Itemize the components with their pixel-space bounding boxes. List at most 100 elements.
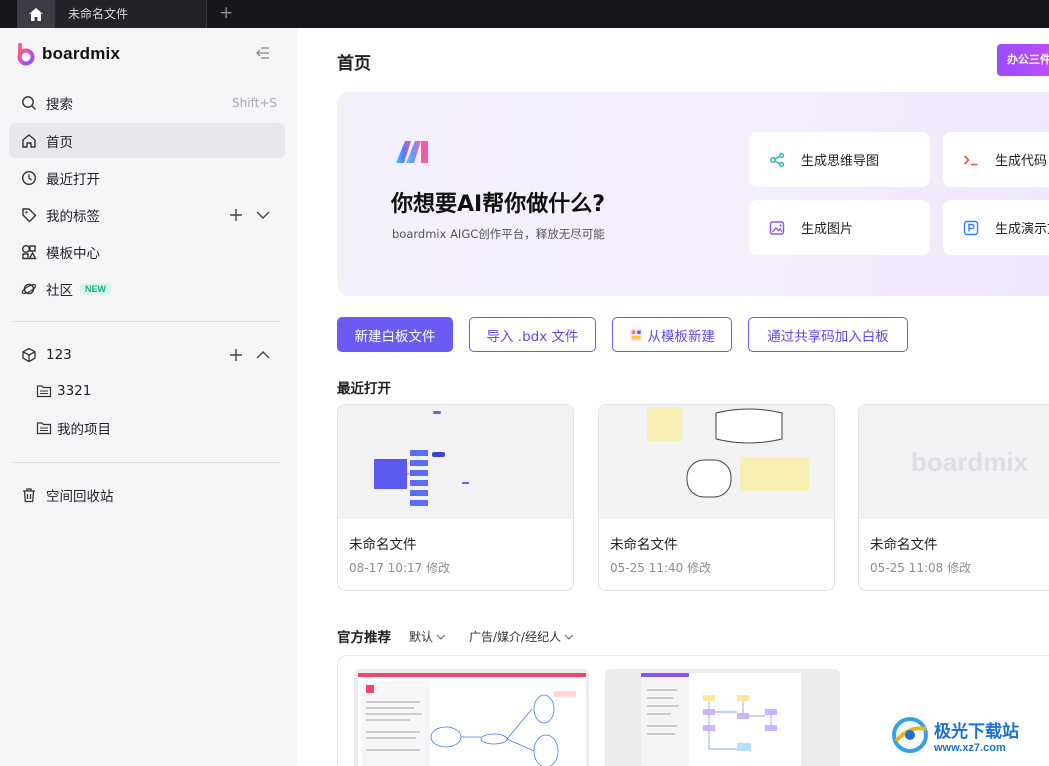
- planet-icon: [21, 283, 37, 294]
- folder-icon: [36, 385, 52, 398]
- file-name: 未命名文件: [870, 537, 938, 553]
- sidebar: boardmix 搜索 Shift+S 首页 最近打开 我的标签 模板中心 社区…: [0, 28, 297, 766]
- recent-file-card[interactable]: 未命名文件 08-17 10:17 修改: [337, 404, 574, 591]
- space-name: 123: [46, 346, 72, 363]
- plus-icon[interactable]: [229, 348, 243, 362]
- sort-filter-label: 默认: [409, 630, 434, 644]
- file-thumbnail: [338, 405, 573, 519]
- recent-section-title: 最近打开: [337, 381, 391, 397]
- home-tab[interactable]: [17, 0, 55, 28]
- import-bdx-button[interactable]: 导入 .bdx 文件: [469, 317, 596, 352]
- recommend-section-title: 官方推荐: [337, 630, 391, 646]
- home-icon: [29, 7, 43, 21]
- page-title: 首页: [337, 54, 371, 74]
- ai-card-mindmap[interactable]: 生成思维导图: [749, 132, 930, 187]
- collapse-icon: [256, 47, 269, 59]
- mindmap-icon: [770, 152, 785, 167]
- category-filter[interactable]: 广告/媒介/经纪人: [469, 628, 574, 645]
- collapse-sidebar-button[interactable]: [254, 44, 272, 62]
- file-time: 08-17 10:17 修改: [349, 561, 451, 575]
- sidebar-item-label: 社区: [46, 282, 73, 299]
- ai-card-code[interactable]: 生成代码: [943, 132, 1049, 187]
- recent-file-card[interactable]: 未命名文件 05-25 11:40 修改: [598, 404, 835, 591]
- folder-label: 3321: [57, 383, 92, 399]
- folder-item[interactable]: 我的项目: [35, 413, 111, 443]
- image-icon: [769, 220, 785, 235]
- main-content: 首页 办公三件 你想要AI帮你做什么? boardmix AIGC创作平台，释放…: [297, 28, 1049, 766]
- search-label: 搜索: [46, 96, 73, 113]
- sidebar-item-home[interactable]: 首页: [9, 123, 285, 158]
- sidebar-item-label: 模板中心: [46, 245, 100, 262]
- chevron-down-icon: [564, 634, 574, 640]
- action-buttons: 新建白板文件 导入 .bdx 文件 从模板新建 通过共享码加入白板: [337, 317, 908, 352]
- clock-icon: [21, 170, 37, 185]
- presentation-icon: [963, 220, 979, 235]
- search-icon: [22, 95, 36, 110]
- sidebar-item-label: 首页: [46, 134, 73, 151]
- watermark: 极光下载站 www.xz7.com: [890, 715, 1019, 755]
- sidebar-item-recent[interactable]: 最近打开: [9, 160, 285, 195]
- ai-card-label: 生成思维导图: [801, 154, 880, 169]
- brand-name: boardmix: [42, 44, 121, 63]
- ai-subtitle: boardmix AIGC创作平台，释放无尽可能: [392, 227, 605, 241]
- search-button[interactable]: 搜索 Shift+S: [9, 85, 285, 120]
- folder-icon: [36, 422, 52, 435]
- sidebar-divider: [12, 321, 280, 322]
- ai-card-label: 生成图片: [801, 222, 854, 237]
- file-name: 未命名文件: [610, 537, 678, 553]
- ai-banner: 你想要AI帮你做什么? boardmix AIGC创作平台，释放无尽可能 生成思…: [337, 92, 1049, 296]
- sort-filter[interactable]: 默认: [409, 628, 446, 645]
- template-thumbnail[interactable]: [605, 669, 840, 766]
- join-by-code-button[interactable]: 通过共享码加入白板: [748, 317, 908, 352]
- file-thumbnail: boardmix: [859, 405, 1049, 519]
- file-thumbnail: [599, 405, 834, 519]
- ai-card-image[interactable]: 生成图片: [749, 200, 930, 255]
- template-thumbnail[interactable]: [354, 669, 589, 766]
- ai-card-presentation[interactable]: 生成演示文: [943, 200, 1049, 255]
- category-filter-label: 广告/媒介/经纪人: [469, 630, 562, 644]
- tag-icon: [22, 207, 37, 222]
- chevron-down-icon[interactable]: [255, 208, 271, 222]
- folder-item[interactable]: 3321: [35, 376, 91, 406]
- from-template-label: 从模板新建: [647, 328, 716, 345]
- ai-heading: 你想要AI帮你做什么?: [391, 192, 605, 217]
- sidebar-item-templates[interactable]: 模板中心: [9, 234, 285, 269]
- template-icon: [22, 244, 37, 259]
- watermark-logo-icon: [892, 717, 928, 753]
- brand-logo[interactable]: boardmix: [16, 42, 120, 66]
- sidebar-item-label: 最近打开: [46, 171, 100, 188]
- boardmix-logo-icon: [17, 43, 35, 66]
- file-tab[interactable]: 未命名文件: [55, 0, 207, 28]
- ai-card-label: 生成代码: [995, 154, 1048, 169]
- template-color-icon: [629, 328, 643, 341]
- ai-card-label: 生成演示文: [995, 222, 1049, 237]
- recent-file-card[interactable]: boardmix 未命名文件 05-25 11:08 修改: [858, 404, 1049, 591]
- sidebar-item-trash[interactable]: 空间回收站: [9, 477, 285, 512]
- watermark-text: 极光下载站: [934, 721, 1019, 742]
- plus-icon[interactable]: [229, 208, 243, 222]
- file-time: 05-25 11:08 修改: [870, 561, 972, 575]
- home-icon: [22, 133, 36, 148]
- space-item[interactable]: 123: [9, 337, 285, 372]
- sidebar-item-label: 空间回收站: [46, 488, 114, 505]
- watermark-url: www.xz7.com: [934, 741, 1006, 754]
- chevron-down-icon: [436, 634, 446, 640]
- sidebar-divider: [12, 462, 280, 463]
- search-shortcut: Shift+S: [232, 95, 277, 110]
- new-tab-button[interactable]: +: [219, 0, 233, 28]
- chevron-up-icon[interactable]: [255, 348, 271, 362]
- new-whiteboard-button[interactable]: 新建白板文件: [337, 317, 453, 352]
- placeholder-logo-text: boardmix: [911, 447, 1029, 477]
- file-name: 未命名文件: [349, 537, 417, 553]
- office-suite-button[interactable]: 办公三件: [997, 44, 1049, 76]
- from-template-button[interactable]: 从模板新建: [612, 317, 732, 352]
- sidebar-item-label: 我的标签: [46, 208, 100, 225]
- title-bar: 未命名文件 +: [0, 0, 1049, 28]
- file-time: 05-25 11:40 修改: [610, 561, 712, 575]
- folder-label: 我的项目: [57, 422, 111, 438]
- sidebar-item-community[interactable]: 社区 NEW: [9, 271, 285, 306]
- sidebar-item-tags[interactable]: 我的标签: [9, 197, 285, 232]
- code-icon: [963, 154, 978, 165]
- cube-icon: [22, 347, 36, 362]
- trash-icon: [23, 487, 35, 502]
